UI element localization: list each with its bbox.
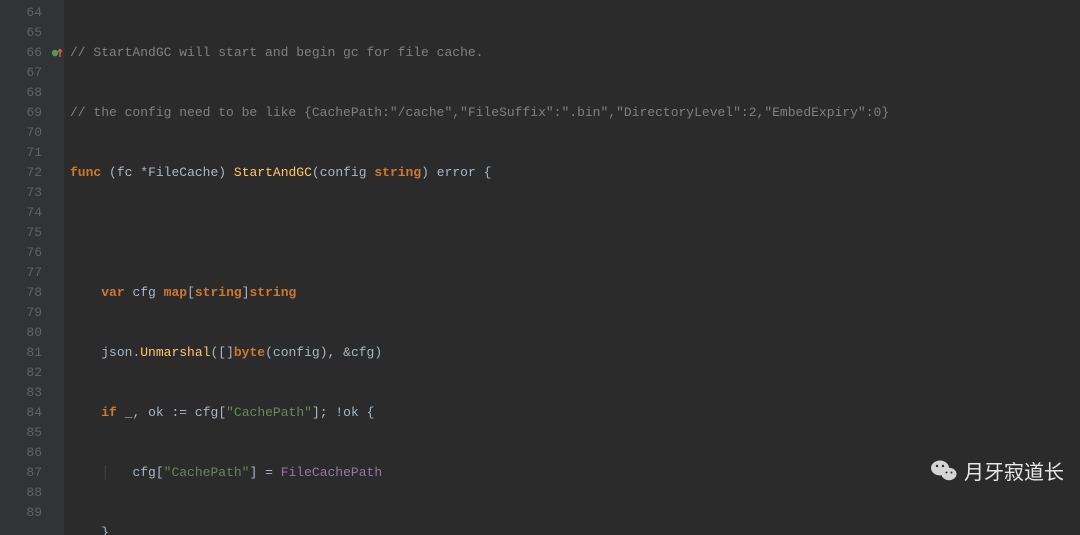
- line-number[interactable]: 68: [0, 83, 42, 103]
- code-editor: 64 65 66 67 68 69 70 71 72 73 74 75 76 7…: [0, 0, 1080, 535]
- line-number[interactable]: 74: [0, 203, 42, 223]
- line-number[interactable]: 71: [0, 143, 42, 163]
- line-number[interactable]: 89: [0, 503, 42, 523]
- line-number[interactable]: 72: [0, 163, 42, 183]
- line-number[interactable]: 86: [0, 443, 42, 463]
- wechat-icon: [930, 459, 958, 483]
- gutter-marks: [50, 0, 64, 535]
- line-number[interactable]: 67: [0, 63, 42, 83]
- line-number[interactable]: 75: [0, 223, 42, 243]
- line-number[interactable]: 77: [0, 263, 42, 283]
- function-name: StartAndGC: [234, 165, 312, 180]
- line-number[interactable]: 73: [0, 183, 42, 203]
- code-area[interactable]: // StartAndGC will start and begin gc fo…: [64, 0, 1080, 535]
- line-number[interactable]: 88: [0, 483, 42, 503]
- line-number[interactable]: 87: [0, 463, 42, 483]
- line-number[interactable]: 84: [0, 403, 42, 423]
- line-number[interactable]: 66: [0, 43, 42, 63]
- line-number[interactable]: 65: [0, 23, 42, 43]
- line-number[interactable]: 64: [0, 3, 42, 23]
- line-number[interactable]: 85: [0, 423, 42, 443]
- line-number-gutter[interactable]: 64 65 66 67 68 69 70 71 72 73 74 75 76 7…: [0, 0, 50, 535]
- line-number[interactable]: 69: [0, 103, 42, 123]
- comment: // StartAndGC will start and begin gc fo…: [70, 45, 483, 60]
- line-number[interactable]: 78: [0, 283, 42, 303]
- line-number[interactable]: 80: [0, 323, 42, 343]
- watermark: 月牙寂道长: [930, 456, 1064, 485]
- watermark-text: 月牙寂道长: [964, 456, 1064, 485]
- line-number[interactable]: 76: [0, 243, 42, 263]
- line-number[interactable]: 83: [0, 383, 42, 403]
- line-number[interactable]: 81: [0, 343, 42, 363]
- line-number[interactable]: 70: [0, 123, 42, 143]
- comment: // the config need to be like {CachePath…: [70, 105, 889, 120]
- vcs-modified-icon[interactable]: [50, 43, 64, 63]
- line-number[interactable]: 79: [0, 303, 42, 323]
- line-number[interactable]: 82: [0, 363, 42, 383]
